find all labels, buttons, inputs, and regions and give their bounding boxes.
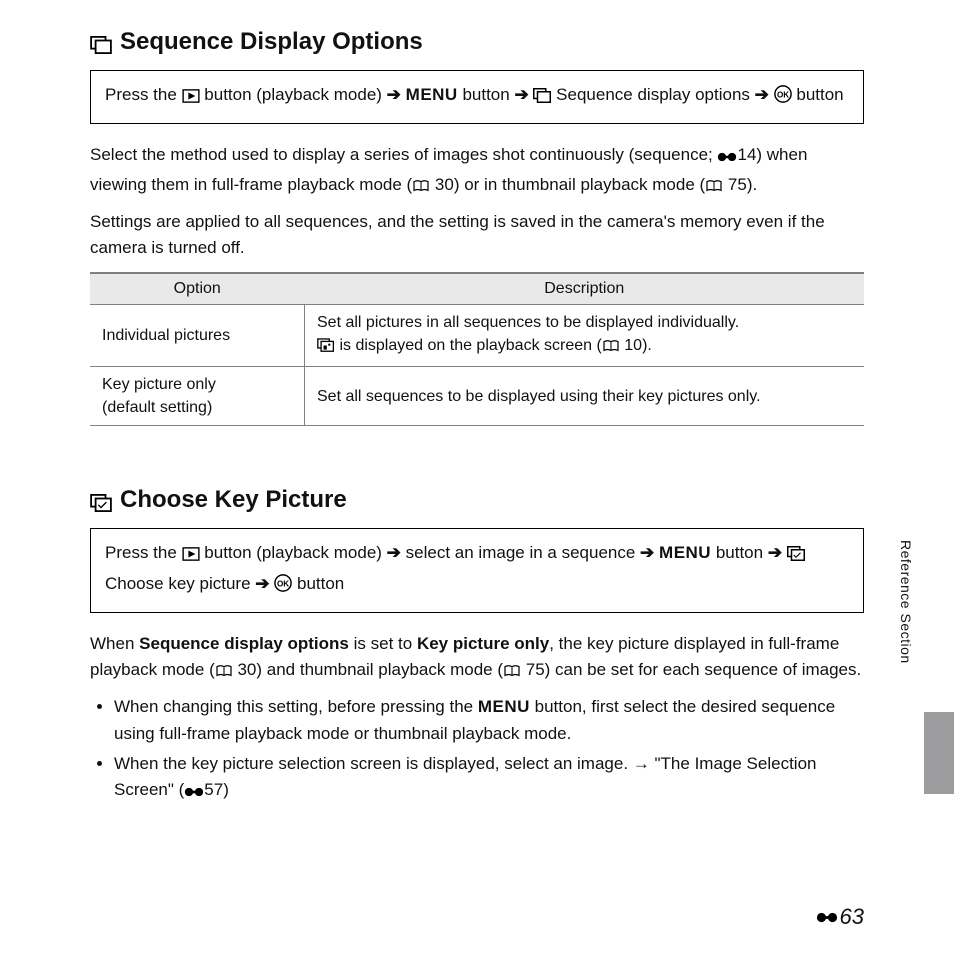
seq-small-icon [317,337,335,360]
nav2-p1: Press the [105,543,177,562]
book-icon [412,175,430,201]
section2-nav-box: Press the button (playback mode) ➔ selec… [90,528,864,612]
cell-desc-1: Set all pictures in all sequences to be … [305,304,865,366]
reference-section-label: Reference Section [898,540,914,664]
table-row: Key picture only (default setting) Set a… [90,366,864,425]
nav2-p5: Choose key picture [105,574,251,593]
page-number: 63 [816,904,864,930]
section1-para1: Select the method used to display a seri… [90,142,864,201]
para1-d: 75). [728,175,757,194]
sequence-icon [90,33,112,51]
nav2-p3: select an image in a sequence [406,543,636,562]
b1a: When changing this setting, before press… [114,697,473,716]
s2p1b: Sequence display options [139,634,349,653]
nav1-p2: button (playback mode) [204,85,382,104]
options-table: Option Description Individual pictures S… [90,272,864,427]
nav1-p4: Sequence display options [556,85,750,104]
nav1-p3: button [462,85,509,104]
nav1-p1: Press the [105,85,177,104]
para1-a: Select the method used to display a seri… [90,145,713,164]
table-header-row: Option Description [90,273,864,305]
b2c: 57) [204,780,229,799]
arrow-icon: ➔ [255,574,269,593]
arrow-icon: ➔ [514,85,528,104]
page-number-value: 63 [840,904,864,930]
book-icon [503,660,521,686]
play-icon [182,84,200,111]
arrow-icon: ➔ [387,543,401,562]
nav1-p5: button [796,85,843,104]
menu-label: MENU [478,697,530,716]
book-icon [602,337,620,360]
section1-title-text: Sequence Display Options [120,28,423,56]
cell-desc-2: Set all sequences to be displayed using … [305,366,865,425]
th-description: Description [305,273,865,305]
r1c2c: 10). [624,337,652,354]
ref-icon [184,780,204,806]
ok-icon [274,573,292,600]
section2-bullets: When changing this setting, before press… [90,694,864,806]
book-icon [215,660,233,686]
table-row: Individual pictures Set all pictures in … [90,304,864,366]
section1-para2: Settings are applied to all sequences, a… [90,209,864,262]
s2p1d: Key picture only [417,634,549,653]
arrow-icon: ➔ [768,543,782,562]
s2p1a: When [90,634,134,653]
cell-option-1: Individual pictures [90,304,305,366]
ok-icon [774,84,792,111]
choose-key-icon [90,491,112,509]
nav2-p4: button [716,543,763,562]
section2-title: Choose Key Picture [90,486,864,514]
arrow-icon: ➔ [387,85,401,104]
section1-title: Sequence Display Options [90,28,864,56]
menu-label: MENU [659,543,711,562]
r2c1a: Key picture only [102,376,216,393]
cell-option-2: Key picture only (default setting) [90,366,305,425]
section1-nav-box: Press the button (playback mode) ➔ MENU … [90,70,864,124]
ref-icon [816,904,838,930]
arrow-icon: ➔ [755,85,769,104]
sequence-icon [533,84,551,111]
section2-para1: When Sequence display options is set to … [90,631,864,687]
section2-title-text: Choose Key Picture [120,486,347,514]
arrow-icon: ➔ [640,543,654,562]
nav2-p2: button (playback mode) [204,543,382,562]
r1c2b: is displayed on the playback screen ( [339,337,601,354]
s2p1g: 75) can be set for each sequence of imag… [526,660,861,679]
r1c2a: Set all pictures in all sequences to be … [317,314,739,331]
ref-icon [717,145,737,171]
play-icon [182,542,200,569]
b2a: When the key picture selection screen is… [114,754,628,773]
th-option: Option [90,273,305,305]
arrow-thin-icon: → [633,754,650,773]
list-item: When changing this setting, before press… [114,694,864,747]
book-icon [705,175,723,201]
para1-c: 30) or in thumbnail playback mode ( [435,175,705,194]
menu-label: MENU [406,85,458,104]
s2p1f: 30) and thumbnail playback mode ( [237,660,503,679]
choose-key-icon [787,542,805,569]
nav2-p6: button [297,574,344,593]
s2p1c: is set to [354,634,413,653]
list-item: When the key picture selection screen is… [114,751,864,807]
section-tab [924,712,954,794]
r2c1b: (default setting) [102,399,212,416]
